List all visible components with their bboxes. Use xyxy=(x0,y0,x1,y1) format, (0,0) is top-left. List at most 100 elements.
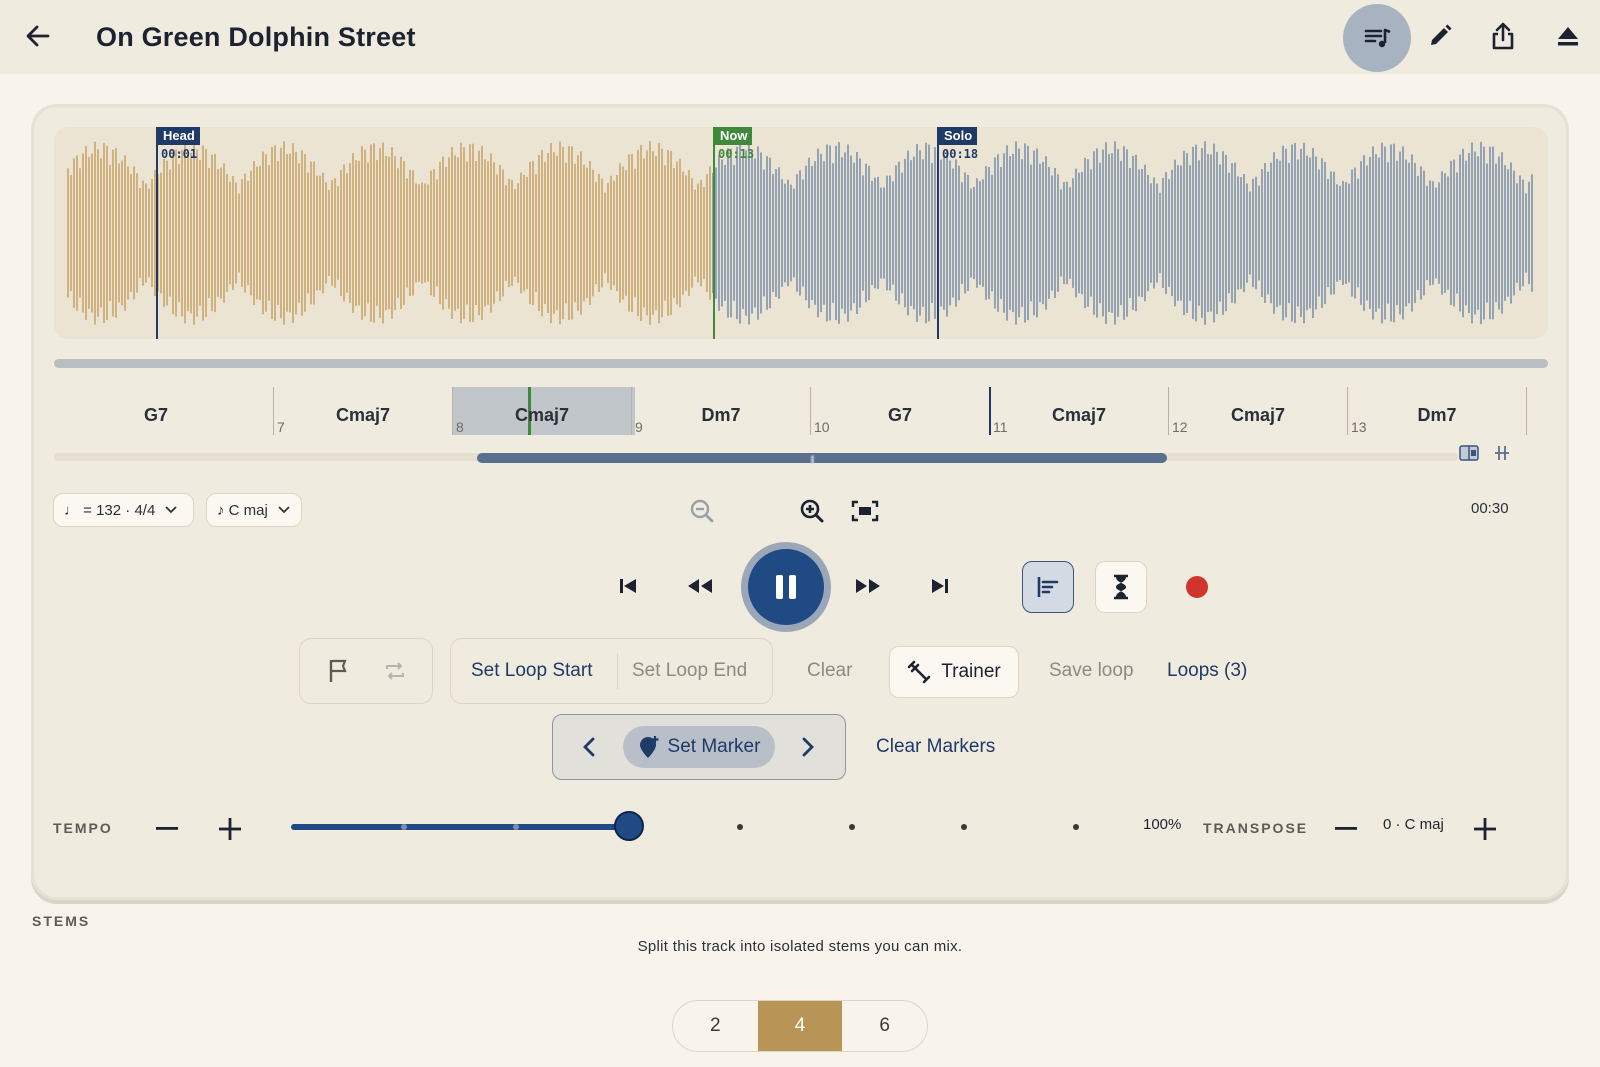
key-select[interactable]: ♪ C maj xyxy=(206,493,302,527)
tempo-slider-track[interactable] xyxy=(291,824,631,830)
chord-label: Cmaj7 xyxy=(1230,405,1286,425)
slider-tick xyxy=(1073,824,1079,830)
marker-group: Set Marker xyxy=(552,714,846,780)
marker-flag[interactable]: Solo xyxy=(939,127,978,145)
chord-label: Cmaj7 xyxy=(335,405,391,425)
skip-previous-icon[interactable] xyxy=(608,566,648,606)
top-bar: On Green Dolphin Street xyxy=(0,0,1600,74)
record-icon xyxy=(1186,576,1208,598)
waveform-svg xyxy=(67,141,1533,325)
edit-pencil-icon[interactable] xyxy=(1418,14,1462,58)
bar-number: 12 xyxy=(1172,419,1188,435)
stems-segmented-control: 2 4 6 xyxy=(672,1000,928,1052)
bar-number: 11 xyxy=(993,419,1008,435)
marker-flag[interactable]: Now xyxy=(715,127,753,145)
marker-flag[interactable]: Head xyxy=(158,127,200,145)
grip-icon: ||| xyxy=(810,454,815,464)
align-left-button[interactable] xyxy=(1022,561,1074,613)
transpose-label: TRANSPOSE xyxy=(1203,820,1309,836)
tempo-plus-icon[interactable] xyxy=(213,812,247,846)
zoom-out-icon[interactable] xyxy=(684,493,720,529)
marker-time: 00:13 xyxy=(718,147,755,161)
chord-label: Dm7 xyxy=(701,405,741,425)
key-value: ♪ C maj xyxy=(217,501,268,519)
bar-line xyxy=(1168,387,1169,435)
page-title: On Green Dolphin Street xyxy=(96,22,416,52)
stems-option-4[interactable]: 4 xyxy=(757,1001,843,1051)
divider xyxy=(617,653,618,689)
bar-line xyxy=(1347,387,1348,435)
record-button[interactable] xyxy=(1171,561,1223,613)
bar-line xyxy=(452,387,453,435)
chevron-down-icon xyxy=(278,503,290,517)
bar-line xyxy=(273,387,274,435)
timeline-scrollbar[interactable]: ||| xyxy=(54,453,1458,464)
transpose-plus-icon[interactable] xyxy=(1468,812,1502,846)
chord-label: Cmaj7 xyxy=(514,405,570,425)
tempo-minus-icon[interactable] xyxy=(150,812,184,846)
bar-line xyxy=(810,387,811,435)
tempo-signature-select[interactable]: ♩ = 132 · 4/4 xyxy=(53,493,194,527)
marker-line xyxy=(713,127,715,339)
loops-button[interactable]: Loops (3) xyxy=(1167,660,1247,682)
trainer-label: Trainer xyxy=(941,661,1001,682)
chevron-down-icon xyxy=(165,503,177,517)
rewind-icon[interactable] xyxy=(680,566,720,606)
flag-icon[interactable] xyxy=(314,649,364,693)
loop-toggle-group xyxy=(299,638,433,704)
align-left-icon xyxy=(1037,577,1059,597)
clear-loop-button[interactable]: Clear xyxy=(807,660,852,682)
bar-number: 8 xyxy=(456,419,464,435)
zoom-in-icon[interactable] xyxy=(794,493,830,529)
chevron-left-icon[interactable] xyxy=(573,731,605,763)
duration-label: 00:30 xyxy=(1471,500,1509,517)
trainer-button[interactable]: Trainer xyxy=(889,646,1019,698)
progress-track[interactable] xyxy=(54,359,1548,368)
tempo-value: 100% xyxy=(1143,816,1182,833)
tempo-signature-value: ♩ = 132 · 4/4 xyxy=(64,501,156,519)
slider-tick xyxy=(849,824,855,830)
marker-line xyxy=(937,127,939,339)
marker-line xyxy=(156,127,158,339)
chord-label: G7 xyxy=(887,405,913,425)
queue-music-icon[interactable] xyxy=(1343,4,1411,72)
stems-label: STEMS xyxy=(32,913,91,929)
fit-screen-icon[interactable] xyxy=(847,493,883,529)
chord-label: Dm7 xyxy=(1417,405,1457,425)
transpose-minus-icon[interactable] xyxy=(1329,812,1363,846)
bar-line xyxy=(1526,387,1527,435)
stems-description: Split this track into isolated stems you… xyxy=(637,938,963,955)
tempo-slider-thumb[interactable] xyxy=(614,811,644,841)
pause-icon xyxy=(748,549,824,625)
stems-option-6[interactable]: 6 xyxy=(842,1001,927,1051)
fast-forward-icon[interactable] xyxy=(848,566,888,606)
back-arrow-icon[interactable] xyxy=(22,20,54,52)
bar-number: 7 xyxy=(277,419,285,435)
set-loop-start-button[interactable]: Set Loop Start xyxy=(471,660,592,682)
waveform-played xyxy=(67,141,711,325)
waveform-unplayed xyxy=(712,141,1533,325)
waveform[interactable]: Head 00:01 Now 00:13 Solo 00:18 xyxy=(54,127,1548,339)
chevron-right-icon[interactable] xyxy=(792,731,824,763)
slider-tick xyxy=(961,824,967,830)
slider-tick xyxy=(401,824,407,830)
set-marker-button[interactable]: Set Marker xyxy=(623,726,775,768)
skip-next-icon[interactable] xyxy=(920,566,960,606)
save-loop-button[interactable]: Save loop xyxy=(1049,660,1134,682)
eject-icon[interactable] xyxy=(1546,14,1590,58)
split-view-icon[interactable] xyxy=(1456,442,1482,464)
pause-button[interactable] xyxy=(741,542,831,632)
transpose-value: 0 · C maj xyxy=(1383,816,1444,833)
share-icon[interactable] xyxy=(1481,14,1525,58)
player-card: Head 00:01 Now 00:13 Solo 00:18 7 8 9 10 11 1… xyxy=(31,104,1569,900)
tempo-label: TEMPO xyxy=(53,820,113,836)
clear-markers-button[interactable]: Clear Markers xyxy=(876,736,995,758)
chord-label: G7 xyxy=(143,405,169,425)
hourglass-button[interactable] xyxy=(1095,561,1147,613)
chord-strip[interactable]: 7 8 9 10 11 12 13 G7 Cmaj7 Cmaj7 Dm7 G7 … xyxy=(54,387,1548,442)
set-loop-end-button[interactable]: Set Loop End xyxy=(632,660,747,682)
stems-option-2[interactable]: 2 xyxy=(673,1001,758,1051)
repeat-icon[interactable] xyxy=(370,649,420,693)
grid-add-icon[interactable] xyxy=(1489,442,1515,464)
scrollbar-thumb[interactable]: ||| xyxy=(477,453,1167,464)
